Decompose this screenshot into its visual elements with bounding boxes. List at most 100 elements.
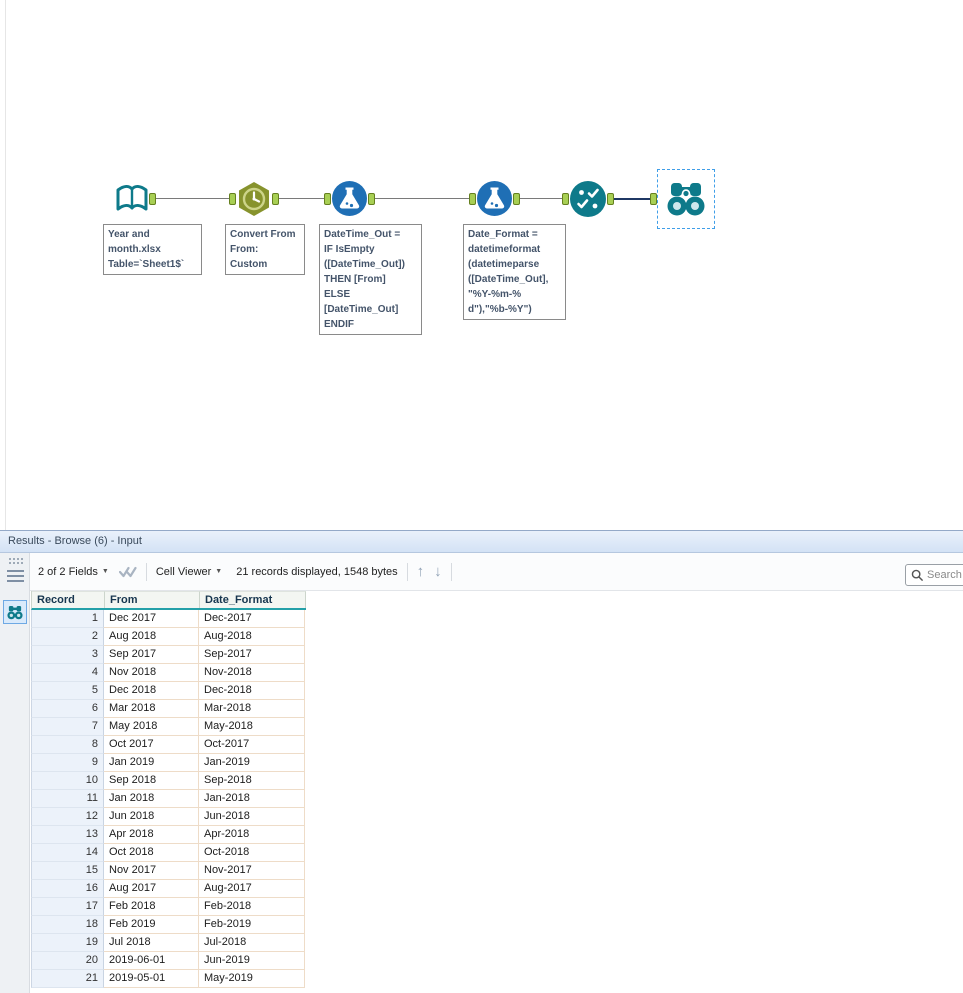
- datetime-tool[interactable]: [236, 181, 272, 217]
- output-anchor-formula1[interactable]: [368, 193, 375, 205]
- tool-annotation-formula1[interactable]: DateTime_Out = IF IsEmpty ([DateTime_Out…: [319, 224, 422, 335]
- input-anchor-browse[interactable]: [650, 193, 657, 205]
- output-anchor-formula2[interactable]: [513, 193, 520, 205]
- cell-viewer-dropdown[interactable]: Cell Viewer ▼: [156, 566, 222, 578]
- table-row[interactable]: 10 Sep 2018 Sep-2018: [31, 772, 305, 790]
- data-cell[interactable]: Jan-2018: [199, 790, 305, 808]
- data-cell[interactable]: Aug 2018: [104, 628, 199, 646]
- table-row[interactable]: 21 2019-05-01 May-2019: [31, 970, 305, 988]
- browse-tool-selected[interactable]: [657, 169, 715, 229]
- record-number-cell[interactable]: 12: [31, 808, 104, 826]
- data-cell[interactable]: 2019-05-01: [104, 970, 199, 988]
- data-cell[interactable]: Jun 2018: [104, 808, 199, 826]
- data-cell[interactable]: Oct 2018: [104, 844, 199, 862]
- connection-formula2-to-select[interactable]: [520, 198, 562, 199]
- browse-view-toggle-selected[interactable]: [3, 600, 27, 624]
- data-cell[interactable]: Jul 2018: [104, 934, 199, 952]
- tool-annotation-input[interactable]: Year and month.xlsx Table=`Sheet1$`: [103, 224, 202, 275]
- tool-annotation-datetime[interactable]: Convert From From: Custom: [225, 224, 305, 275]
- table-row[interactable]: 12 Jun 2018 Jun-2018: [31, 808, 305, 826]
- table-row[interactable]: 19 Jul 2018 Jul-2018: [31, 934, 305, 952]
- results-config-icon[interactable]: [7, 570, 24, 584]
- table-row[interactable]: 11 Jan 2018 Jan-2018: [31, 790, 305, 808]
- data-cell[interactable]: Feb-2019: [199, 916, 305, 934]
- connection-datetime-to-formula1[interactable]: [279, 198, 325, 199]
- input-anchor-datetime[interactable]: [229, 193, 236, 205]
- data-cell[interactable]: Dec-2018: [199, 682, 305, 700]
- table-row[interactable]: 4 Nov 2018 Nov-2018: [31, 664, 305, 682]
- table-row[interactable]: 13 Apr 2018 Apr-2018: [31, 826, 305, 844]
- data-cell[interactable]: Aug-2017: [199, 880, 305, 898]
- data-cell[interactable]: Aug-2018: [199, 628, 305, 646]
- record-number-cell[interactable]: 16: [31, 880, 104, 898]
- data-cell[interactable]: Jan-2019: [199, 754, 305, 772]
- record-number-cell[interactable]: 5: [31, 682, 104, 700]
- data-cell[interactable]: Sep-2018: [199, 772, 305, 790]
- column-header-date-format[interactable]: Date_Format: [200, 591, 306, 608]
- record-number-cell[interactable]: 8: [31, 736, 104, 754]
- data-cell[interactable]: Feb 2018: [104, 898, 199, 916]
- table-row[interactable]: 16 Aug 2017 Aug-2017: [31, 880, 305, 898]
- strip-grip-handle[interactable]: [8, 557, 23, 564]
- table-row[interactable]: 7 May 2018 May-2018: [31, 718, 305, 736]
- table-row[interactable]: 5 Dec 2018 Dec-2018: [31, 682, 305, 700]
- table-row[interactable]: 3 Sep 2017 Sep-2017: [31, 646, 305, 664]
- record-number-cell[interactable]: 4: [31, 664, 104, 682]
- data-cell[interactable]: Mar 2018: [104, 700, 199, 718]
- data-cell[interactable]: Dec 2017: [104, 610, 199, 628]
- data-cell[interactable]: Jan 2018: [104, 790, 199, 808]
- input-data-tool[interactable]: [113, 181, 151, 219]
- scroll-down-button[interactable]: ↓: [434, 564, 442, 579]
- data-cell[interactable]: Oct 2017: [104, 736, 199, 754]
- record-number-cell[interactable]: 3: [31, 646, 104, 664]
- data-cell[interactable]: Apr 2018: [104, 826, 199, 844]
- record-number-cell[interactable]: 18: [31, 916, 104, 934]
- data-cell[interactable]: Feb-2018: [199, 898, 305, 916]
- data-cell[interactable]: Apr-2018: [199, 826, 305, 844]
- data-cell[interactable]: Jun-2018: [199, 808, 305, 826]
- data-cell[interactable]: Oct-2018: [199, 844, 305, 862]
- column-header-record[interactable]: Record: [32, 591, 105, 608]
- data-cell[interactable]: Sep 2017: [104, 646, 199, 664]
- data-cell[interactable]: May-2019: [199, 970, 305, 988]
- table-row[interactable]: 18 Feb 2019 Feb-2019: [31, 916, 305, 934]
- scroll-up-button[interactable]: ↑: [417, 564, 425, 579]
- table-row[interactable]: 14 Oct 2018 Oct-2018: [31, 844, 305, 862]
- data-cell[interactable]: Nov 2017: [104, 862, 199, 880]
- input-anchor-formula1[interactable]: [324, 193, 331, 205]
- tool-annotation-formula2[interactable]: Date_Format = datetimeformat (datetimepa…: [463, 224, 566, 320]
- data-cell[interactable]: Jan 2019: [104, 754, 199, 772]
- record-number-cell[interactable]: 21: [31, 970, 104, 988]
- data-cell[interactable]: Feb 2019: [104, 916, 199, 934]
- record-number-cell[interactable]: 7: [31, 718, 104, 736]
- record-number-cell[interactable]: 13: [31, 826, 104, 844]
- data-cell[interactable]: May-2018: [199, 718, 305, 736]
- data-cell[interactable]: Dec-2017: [199, 610, 305, 628]
- record-number-cell[interactable]: 9: [31, 754, 104, 772]
- record-number-cell[interactable]: 17: [31, 898, 104, 916]
- record-number-cell[interactable]: 10: [31, 772, 104, 790]
- data-cell[interactable]: Nov-2018: [199, 664, 305, 682]
- table-row[interactable]: 1 Dec 2017 Dec-2017: [31, 610, 305, 628]
- data-cell[interactable]: Nov 2018: [104, 664, 199, 682]
- record-number-cell[interactable]: 1: [31, 610, 104, 628]
- data-cell[interactable]: Sep 2018: [104, 772, 199, 790]
- record-number-cell[interactable]: 11: [31, 790, 104, 808]
- table-row[interactable]: 9 Jan 2019 Jan-2019: [31, 754, 305, 772]
- data-cell[interactable]: Sep-2017: [199, 646, 305, 664]
- record-number-cell[interactable]: 2: [31, 628, 104, 646]
- record-number-cell[interactable]: 14: [31, 844, 104, 862]
- column-header-from[interactable]: From: [105, 591, 200, 608]
- search-input[interactable]: Search: [905, 564, 963, 586]
- connection-formula1-to-formula2[interactable]: [375, 198, 469, 199]
- output-anchor-datetime[interactable]: [272, 193, 279, 205]
- record-number-cell[interactable]: 19: [31, 934, 104, 952]
- data-cell[interactable]: May 2018: [104, 718, 199, 736]
- data-cell[interactable]: Jun-2019: [199, 952, 305, 970]
- input-anchor-select[interactable]: [562, 193, 569, 205]
- data-cell[interactable]: Mar-2018: [199, 700, 305, 718]
- data-cell[interactable]: Dec 2018: [104, 682, 199, 700]
- data-cell[interactable]: Nov-2017: [199, 862, 305, 880]
- output-anchor-select[interactable]: [607, 193, 614, 205]
- table-row[interactable]: 2 Aug 2018 Aug-2018: [31, 628, 305, 646]
